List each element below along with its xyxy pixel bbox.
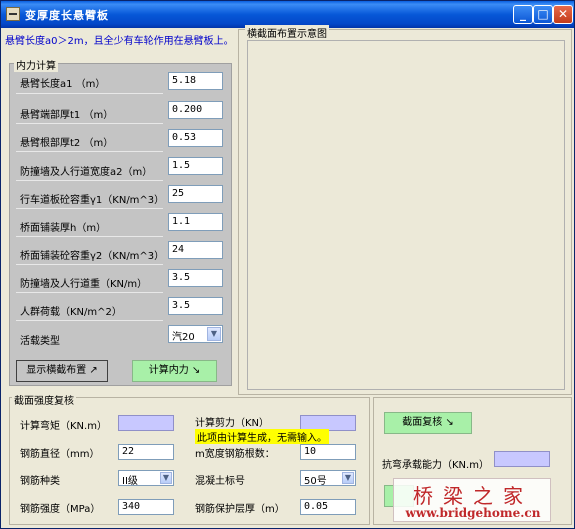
capacity-label: 抗弯承载能力（KN.m） <box>382 460 489 471</box>
barrier-width-input[interactable]: 1.5 <box>168 157 223 175</box>
row-divider <box>16 264 163 265</box>
pavement-density-label: 桥面铺装砼容重γ2（KN/m^3） <box>20 251 165 262</box>
tip-thickness-input[interactable]: 0.200 <box>168 101 223 119</box>
row-divider <box>16 151 163 152</box>
crowd-load-input[interactable]: 3.5 <box>168 297 223 315</box>
cantilever-length-label: 悬臂长度a1 （m） <box>20 79 106 90</box>
row-divider <box>16 208 163 209</box>
row-divider <box>16 236 163 237</box>
chevron-down-icon[interactable]: ▼ <box>160 472 172 484</box>
internal-force-group: 内力计算 悬臂长度a1 （m） 5.18 悬臂端部厚t1 （m） 0.200 悬… <box>9 57 232 386</box>
section-diagram-legend: 横截面布置示意图 <box>245 25 329 40</box>
section-diagram-group: 横截面布置示意图 <box>238 25 572 395</box>
chevron-down-icon[interactable]: ▼ <box>342 472 354 484</box>
rebar-type-select[interactable]: II级 ▼ <box>118 470 174 487</box>
chevron-down-icon[interactable]: ▼ <box>207 327 221 341</box>
auto-generated-hint: 此项由计算生成，无需输入。 <box>195 429 329 444</box>
strength-check-legend: 截面强度复核 <box>12 392 76 407</box>
internal-force-legend: 内力计算 <box>14 57 58 72</box>
moment-output <box>118 415 174 431</box>
barrier-weight-label: 防撞墙及人行道重（KN/m） <box>20 279 148 290</box>
close-button[interactable]: ✕ <box>553 5 573 24</box>
row-divider <box>16 180 163 181</box>
bars-per-meter-input[interactable]: 10 <box>300 444 356 460</box>
row-divider <box>16 123 163 124</box>
pavement-thickness-input[interactable]: 1.1 <box>168 213 223 231</box>
app-icon <box>6 7 20 21</box>
moment-label: 计算弯矩（KN.m） <box>20 421 107 432</box>
compute-internal-force-button[interactable]: 计算内力 ↘ <box>132 360 217 382</box>
tip-thickness-label: 悬臂端部厚t1 （m） <box>20 110 114 121</box>
rebar-strength-input[interactable]: 340 <box>118 499 174 515</box>
rebar-diameter-label: 钢筋直径（mm） <box>20 449 100 460</box>
minimize-button[interactable]: _ <box>513 5 533 24</box>
maximize-button[interactable]: □ <box>533 5 553 24</box>
barrier-width-label: 防撞墙及人行道宽度a2（m） <box>20 167 153 178</box>
condition-notice: 悬臂长度a0＞2m，且全少有车轮作用在悬臂板上。 <box>5 36 234 47</box>
show-section-button[interactable]: 显示横截布置 ↗ <box>16 360 108 382</box>
watermark-chinese: 桥梁之家 <box>413 484 533 508</box>
load-type-value: 汽20 <box>172 332 195 343</box>
rebar-diameter-input[interactable]: 22 <box>118 444 174 460</box>
concrete-grade-value: 50号 <box>304 476 327 487</box>
row-divider <box>16 292 163 293</box>
crowd-load-label: 人群荷载（KN/m^2） <box>20 307 122 318</box>
row-divider <box>16 93 163 94</box>
section-diagram-canvas <box>247 40 565 390</box>
bars-per-meter-label: m宽度钢筋根数： <box>195 449 275 460</box>
app-window: 变厚度长悬臂板 _ □ ✕ 悬臂长度a0＞2m，且全少有车轮作用在悬臂板上。 内… <box>0 0 575 529</box>
watermark-url: www.bridgehome.cn <box>405 506 541 520</box>
deck-density-label: 行车道板砼容重γ1（KN/m^3） <box>20 195 165 206</box>
cover-thickness-label: 钢筋保护层厚（m） <box>195 504 285 515</box>
title-bar[interactable]: 变厚度长悬臂板 _ □ ✕ <box>1 1 574 28</box>
strength-check-group: 截面强度复核 计算弯矩（KN.m） 计算剪力（KN） 此项由计算生成，无需输入。… <box>9 392 370 525</box>
deck-density-input[interactable]: 25 <box>168 185 223 203</box>
barrier-weight-input[interactable]: 3.5 <box>168 269 223 287</box>
rebar-type-label: 钢筋种类 <box>20 476 60 487</box>
root-thickness-label: 悬臂根部厚t2 （m） <box>20 138 114 149</box>
load-type-select[interactable]: 汽20 ▼ <box>168 325 223 343</box>
pavement-thickness-label: 桥面铺装厚h（m） <box>20 223 107 234</box>
capacity-output <box>494 451 550 467</box>
load-type-label: 活载类型 <box>20 336 60 347</box>
concrete-grade-select[interactable]: 50号 ▼ <box>300 470 356 487</box>
shear-label: 计算剪力（KN） <box>195 418 270 429</box>
row-divider <box>16 320 163 321</box>
watermark: 桥梁之家 www.bridgehome.cn <box>393 478 551 522</box>
window-title: 变厚度长悬臂板 <box>25 9 109 22</box>
cover-thickness-input[interactable]: 0.05 <box>300 499 356 515</box>
section-check-button[interactable]: 截面复核 ↘ <box>384 412 472 434</box>
cantilever-length-input[interactable]: 5.18 <box>168 72 223 90</box>
root-thickness-input[interactable]: 0.53 <box>168 129 223 147</box>
pavement-density-input[interactable]: 24 <box>168 241 223 259</box>
rebar-type-value: II级 <box>122 476 138 487</box>
concrete-grade-label: 混凝土标号 <box>195 476 245 487</box>
rebar-strength-label: 钢筋强度（MPa） <box>20 504 101 515</box>
